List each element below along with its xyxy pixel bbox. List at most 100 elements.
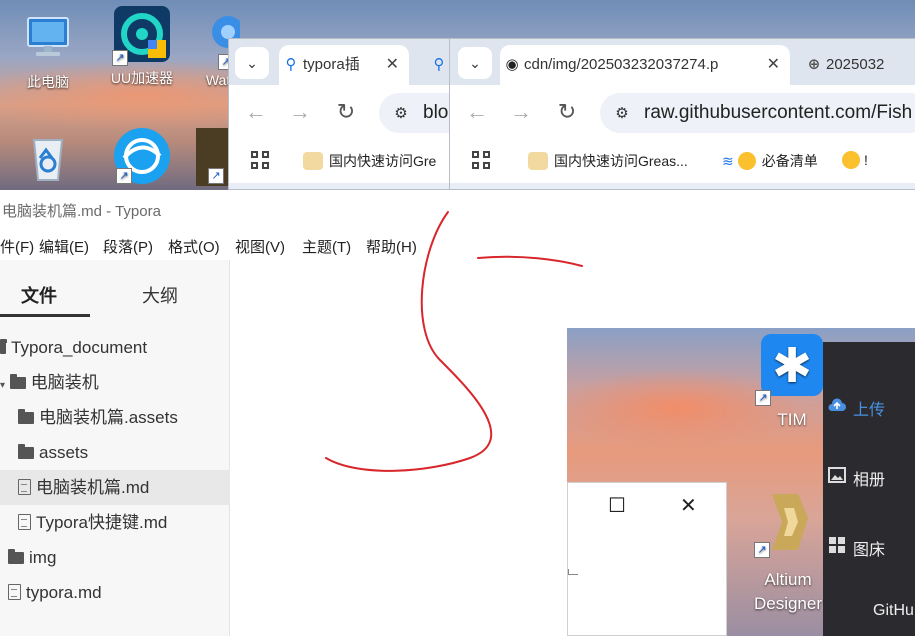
- small-window[interactable]: ☐ ✕: [567, 482, 727, 636]
- menu-edit[interactable]: 编辑(E): [39, 236, 89, 257]
- menu-theme[interactable]: 主题(T): [302, 236, 351, 257]
- address-bar[interactable]: ⚙ raw.githubusercontent.com/Fish: [600, 93, 915, 133]
- tim-icon: ✱ ↗: [755, 334, 823, 406]
- tab-next[interactable]: ⊕ 2025032: [802, 45, 915, 85]
- desktop-icon-recycle-bin[interactable]: [6, 128, 90, 190]
- bookmark-emoji[interactable]: !: [842, 151, 868, 169]
- maximize-icon: ☐: [608, 495, 626, 517]
- search-icon: ⚲: [433, 56, 445, 73]
- bookmark-label: !: [864, 152, 868, 168]
- bookmark-greasyfork[interactable]: 国内快速访问Greas...: [528, 151, 688, 171]
- stack-icon: ≋: [722, 153, 734, 169]
- address-text: blo: [423, 102, 449, 123]
- tab-cdn-img[interactable]: ◉ cdn/img/202503232037274.p ✕: [500, 45, 790, 85]
- menu-paragraph[interactable]: 段落(P): [103, 236, 153, 257]
- tree-file-typora-shortcuts[interactable]: Typora快捷键.md: [0, 505, 230, 540]
- emoji-icon: [842, 151, 860, 169]
- desktop-icon-label: TIM: [777, 410, 807, 429]
- apps-button[interactable]: [251, 151, 271, 174]
- menu-file[interactable]: 件(F): [0, 236, 34, 257]
- folder-icon: [9, 374, 26, 389]
- tree-item-label: 电脑装机篇.md: [36, 478, 150, 497]
- tab-files[interactable]: 文件: [21, 282, 57, 308]
- forward-button[interactable]: →: [283, 95, 317, 129]
- tree-item-label: 电脑装机: [30, 373, 99, 392]
- bookmarks-bar: 国内快速访问Gre: [229, 139, 467, 183]
- desktop-icon-battlenet[interactable]: ↗: [100, 128, 184, 190]
- globe-icon: ⊕: [807, 56, 821, 73]
- battlenet-icon: ↗: [114, 128, 170, 184]
- menu-view[interactable]: 视图(V): [235, 236, 285, 257]
- browser-toolbar: ← → ↻ ⚙ blo: [229, 85, 467, 139]
- tree-folder-pc-build[interactable]: ▾ 电脑装机: [0, 365, 230, 400]
- nav-label: GitHu: [873, 602, 914, 619]
- maximize-button[interactable]: ☐: [608, 493, 626, 518]
- tree-item-label: Typora快捷键.md: [36, 513, 168, 532]
- close-icon[interactable]: ✕: [386, 45, 399, 85]
- uu-accelerator-icon: ↗: [112, 6, 170, 66]
- tree-item-label: Typora_document: [11, 338, 148, 357]
- altium-icon: ↗: [754, 488, 818, 558]
- window-title: 电脑装机篇.md - Typora: [2, 203, 161, 220]
- tab-search-button[interactable]: ⌄: [235, 47, 269, 79]
- file-icon: [18, 514, 31, 530]
- github-icon: ◉: [505, 56, 519, 73]
- site-info-icon[interactable]: ⚙: [600, 94, 644, 133]
- close-icon[interactable]: ✕: [767, 45, 780, 85]
- tree-item-label: 电脑装机篇.assets: [39, 408, 178, 427]
- file-sidebar: 文件 大纲 Typora_document ▾ 电脑装机 电脑装机篇.asset…: [0, 260, 230, 636]
- close-button[interactable]: ✕: [680, 493, 697, 518]
- chevron-down-icon: ⌄: [246, 55, 258, 71]
- back-button[interactable]: ←: [239, 95, 273, 129]
- nav-upload[interactable]: 上传: [828, 396, 885, 420]
- browser-toolbar: ← → ↻ ⚙ raw.githubusercontent.com/Fish: [450, 85, 915, 139]
- apps-grid-icon: [251, 151, 271, 171]
- tab-outline[interactable]: 大纲: [142, 282, 178, 308]
- bookmark-label: 国内快速访问Gre: [329, 153, 437, 169]
- grid-icon: [828, 537, 846, 553]
- close-icon: ✕: [680, 495, 697, 517]
- menu-help[interactable]: 帮助(H): [366, 236, 417, 257]
- nav-image-host[interactable]: 图床: [829, 536, 886, 560]
- tab-strip: ⌄ ◉ cdn/img/202503232037274.p ✕ ⊕ 2025032: [450, 39, 915, 85]
- tab-search-button[interactable]: ⌄: [458, 47, 492, 79]
- nav-album[interactable]: 相册: [828, 466, 885, 490]
- tree-folder-assets[interactable]: assets: [0, 435, 230, 470]
- shortcut-arrow-icon: ↗: [755, 390, 771, 406]
- menu-format[interactable]: 格式(O): [168, 236, 220, 257]
- shortcut-arrow-icon: ↗: [754, 542, 770, 558]
- desktop-icon-this-pc[interactable]: 此电脑: [6, 10, 90, 92]
- bookmark-must-have[interactable]: ≋ 必备清单: [722, 151, 818, 171]
- reload-button[interactable]: ↻: [329, 95, 363, 129]
- tab-typora[interactable]: ⚲ typora插 ✕: [279, 45, 409, 85]
- cloud-upload-icon: [828, 397, 846, 413]
- desktop-icon-uu-accelerator[interactable]: ↗ UU加速器: [100, 6, 184, 88]
- tree-item-label: typora.md: [26, 583, 102, 602]
- tab-strip: ⌄ ⚲ typora插 ✕ ⚲: [229, 39, 467, 85]
- desktop-icon-tim[interactable]: ✱ ↗ TIM: [755, 334, 827, 430]
- recycle-bin-icon: [20, 128, 76, 184]
- tree-folder-img[interactable]: img: [0, 540, 230, 575]
- anime-avatar-icon: [303, 152, 323, 170]
- tree-file-pc-build-md[interactable]: 电脑装机篇.md: [0, 470, 230, 505]
- reload-button[interactable]: ↻: [550, 95, 584, 129]
- forward-button[interactable]: →: [504, 95, 538, 129]
- desktop-icon-label: UU加速器: [110, 70, 174, 86]
- resize-corner-icon: [568, 569, 578, 575]
- browser-window-front[interactable]: ⌄ ◉ cdn/img/202503232037274.p ✕ ⊕ 2025032 …: [449, 38, 915, 190]
- tab-title: typora插: [303, 56, 360, 73]
- site-info-icon[interactable]: ⚙: [379, 94, 423, 133]
- tree-file-typora-md[interactable]: typora.md: [0, 575, 230, 610]
- bookmark-greasyfork[interactable]: 国内快速访问Gre: [303, 151, 436, 171]
- desktop-icon-altium[interactable]: ↗ Altium Designer: [743, 488, 833, 616]
- apps-button[interactable]: [472, 151, 492, 174]
- desktop-icon-label: 此电脑: [27, 74, 69, 90]
- browser-window-back[interactable]: ⌄ ⚲ typora插 ✕ ⚲ ← → ↻ ⚙ blo 国内快速访问Gre: [228, 38, 468, 190]
- nav-label: 图床: [853, 542, 886, 559]
- folder-icon: [18, 409, 34, 424]
- apps-grid-icon: [472, 151, 492, 171]
- tree-folder-assets-pcbuild[interactable]: 电脑装机篇.assets: [0, 400, 230, 435]
- back-button[interactable]: ←: [460, 95, 494, 129]
- nav-github[interactable]: GitHu: [873, 602, 914, 620]
- tree-folder-typora-document[interactable]: Typora_document: [0, 330, 230, 365]
